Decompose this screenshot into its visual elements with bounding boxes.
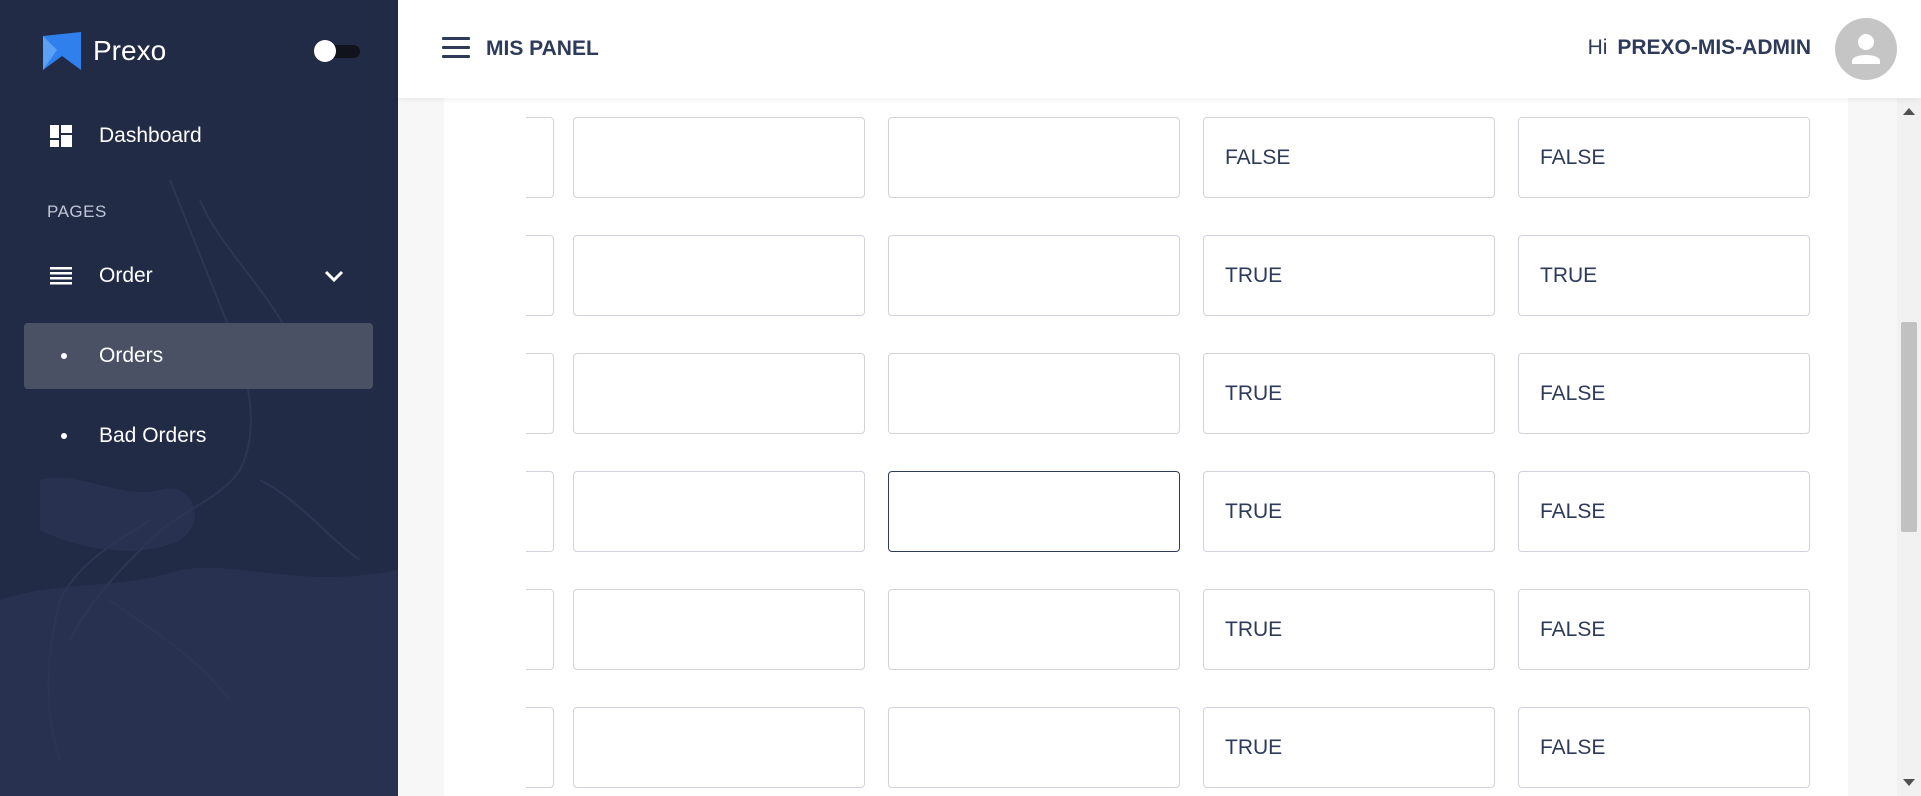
orders-grid: FALSE FALSE TRUE TRUE TRUE FALSE TRUE FA… (526, 98, 1844, 796)
grid-cell[interactable]: TRUE (1203, 471, 1495, 552)
grid-cell[interactable] (573, 707, 865, 788)
orders-card: FALSE FALSE TRUE TRUE TRUE FALSE TRUE FA… (444, 98, 1848, 796)
sidebar-section-label: PAGES (47, 202, 107, 221)
sidebar-item-dashboard[interactable]: Dashboard (24, 103, 373, 169)
sidebar-item-label: Orders (99, 344, 164, 367)
grid-cell[interactable]: FALSE (1518, 353, 1810, 434)
grid-cell[interactable]: TRUE (1203, 353, 1495, 434)
grid-cell-focused[interactable] (888, 471, 1180, 552)
grid-cell[interactable] (888, 117, 1180, 198)
scroll-down-arrow-icon[interactable] (1903, 779, 1915, 786)
grid-cell[interactable] (573, 235, 865, 316)
grid-cell[interactable] (888, 707, 1180, 788)
brand[interactable]: Prexo (43, 31, 166, 71)
grid-cell[interactable] (573, 353, 865, 434)
grid-cell[interactable] (888, 353, 1180, 434)
sidebar: Prexo Dashboard PAGES Order Orders Bad O… (0, 0, 398, 796)
bullet-icon (61, 353, 67, 359)
top-header: MIS PANEL Hi PREXO-MIS-ADMIN (398, 0, 1921, 98)
user-greeting: Hi PREXO-MIS-ADMIN (1588, 36, 1811, 60)
prexo-logo-icon (43, 32, 81, 70)
scroll-up-arrow-icon[interactable] (1903, 108, 1915, 115)
grid-cell[interactable] (526, 589, 554, 670)
sidebar-item-order[interactable]: Order (24, 243, 373, 309)
grid-cell[interactable]: TRUE (1203, 235, 1495, 316)
grid-cell[interactable] (573, 117, 865, 198)
list-icon (49, 264, 73, 288)
main-content: FALSE FALSE TRUE TRUE TRUE FALSE TRUE FA… (398, 98, 1897, 796)
page-title: MIS PANEL (486, 37, 599, 60)
theme-toggle[interactable] (314, 40, 360, 62)
grid-cell[interactable] (888, 589, 1180, 670)
sidebar-item-label: Dashboard (99, 124, 202, 147)
grid-cell[interactable]: FALSE (1518, 589, 1810, 670)
grid-cell[interactable] (526, 353, 554, 434)
toggle-knob (314, 40, 336, 62)
grid-cell[interactable] (526, 235, 554, 316)
grid-cell[interactable]: FALSE (1203, 117, 1495, 198)
bullet-icon (61, 433, 67, 439)
grid-cell[interactable] (526, 471, 554, 552)
grid-cell[interactable]: TRUE (1518, 235, 1810, 316)
vertical-scrollbar[interactable] (1897, 98, 1921, 796)
grid-cell[interactable] (573, 589, 865, 670)
sidebar-item-label: Bad Orders (99, 424, 207, 447)
dashboard-icon (49, 124, 73, 148)
sidebar-item-orders[interactable]: Orders (24, 323, 373, 389)
grid-cell[interactable]: FALSE (1518, 471, 1810, 552)
sidebar-item-label: Order (99, 264, 153, 287)
sidebar-item-bad-orders[interactable]: Bad Orders (24, 403, 373, 469)
user-avatar-icon (1852, 34, 1880, 64)
grid-cell[interactable]: FALSE (1518, 117, 1810, 198)
grid-cell[interactable]: TRUE (1203, 707, 1495, 788)
username: PREXO-MIS-ADMIN (1617, 36, 1811, 59)
avatar[interactable] (1835, 18, 1897, 80)
grid-cell[interactable] (573, 471, 865, 552)
hamburger-menu-icon[interactable] (442, 37, 470, 59)
brand-name: Prexo (93, 35, 167, 66)
grid-cell[interactable]: FALSE (1518, 707, 1810, 788)
grid-cell[interactable] (526, 117, 554, 198)
grid-cell[interactable]: TRUE (1203, 589, 1495, 670)
grid-cell[interactable] (526, 707, 554, 788)
scrollbar-thumb[interactable] (1901, 322, 1917, 532)
grid-cell[interactable] (888, 235, 1180, 316)
chevron-down-icon[interactable] (323, 265, 345, 287)
greeting-prefix: Hi (1587, 36, 1608, 59)
